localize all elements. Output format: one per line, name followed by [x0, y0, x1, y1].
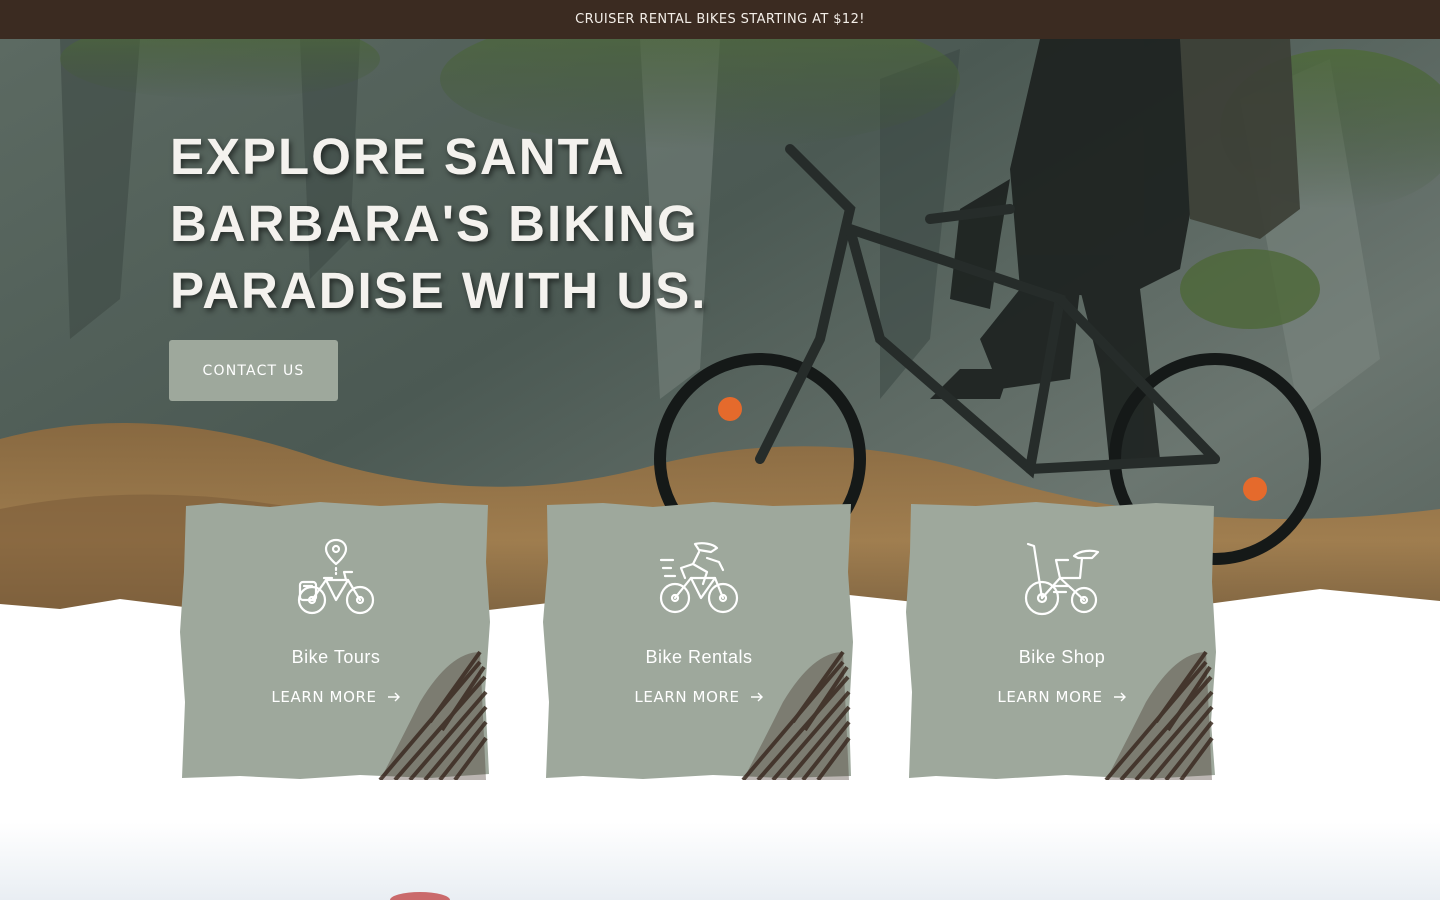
card-title: Bike Shop — [1018, 647, 1106, 667]
service-card-bike-tours[interactable]: Bike Tours LEARN MORE — [180, 502, 492, 780]
arrow-right-icon — [387, 692, 400, 702]
learn-more-link[interactable]: LEARN MORE — [906, 688, 1218, 706]
bicycle-icon — [1024, 542, 1100, 616]
learn-more-link[interactable]: LEARN MORE — [543, 688, 855, 706]
announcement-text: CRUISER RENTAL BIKES STARTING AT $12! — [575, 12, 865, 27]
learn-more-label: LEARN MORE — [997, 688, 1103, 706]
card-title: Bike Tours — [291, 647, 381, 667]
learn-more-link[interactable]: LEARN MORE — [180, 688, 492, 706]
arrow-right-icon — [750, 692, 763, 702]
cyclist-icon — [659, 542, 739, 614]
learn-more-label: LEARN MORE — [271, 688, 377, 706]
announcement-bar: CRUISER RENTAL BIKES STARTING AT $12! — [0, 0, 1440, 39]
arrow-right-icon — [1113, 692, 1126, 702]
learn-more-label: LEARN MORE — [634, 688, 740, 706]
bike-location-pin-icon — [297, 538, 375, 615]
contact-us-button[interactable]: CONTACT US — [169, 340, 338, 401]
service-card-bike-rentals[interactable]: Bike Rentals LEARN MORE — [543, 502, 855, 780]
hero-section: EXPLORE SANTA BARBARA'S BIKING PARADISE … — [0, 39, 1440, 900]
service-card-bike-shop[interactable]: Bike Shop LEARN MORE — [906, 502, 1218, 780]
card-title: Bike Rentals — [645, 647, 753, 667]
hero-headline: EXPLORE SANTA BARBARA'S BIKING PARADISE … — [170, 128, 708, 319]
